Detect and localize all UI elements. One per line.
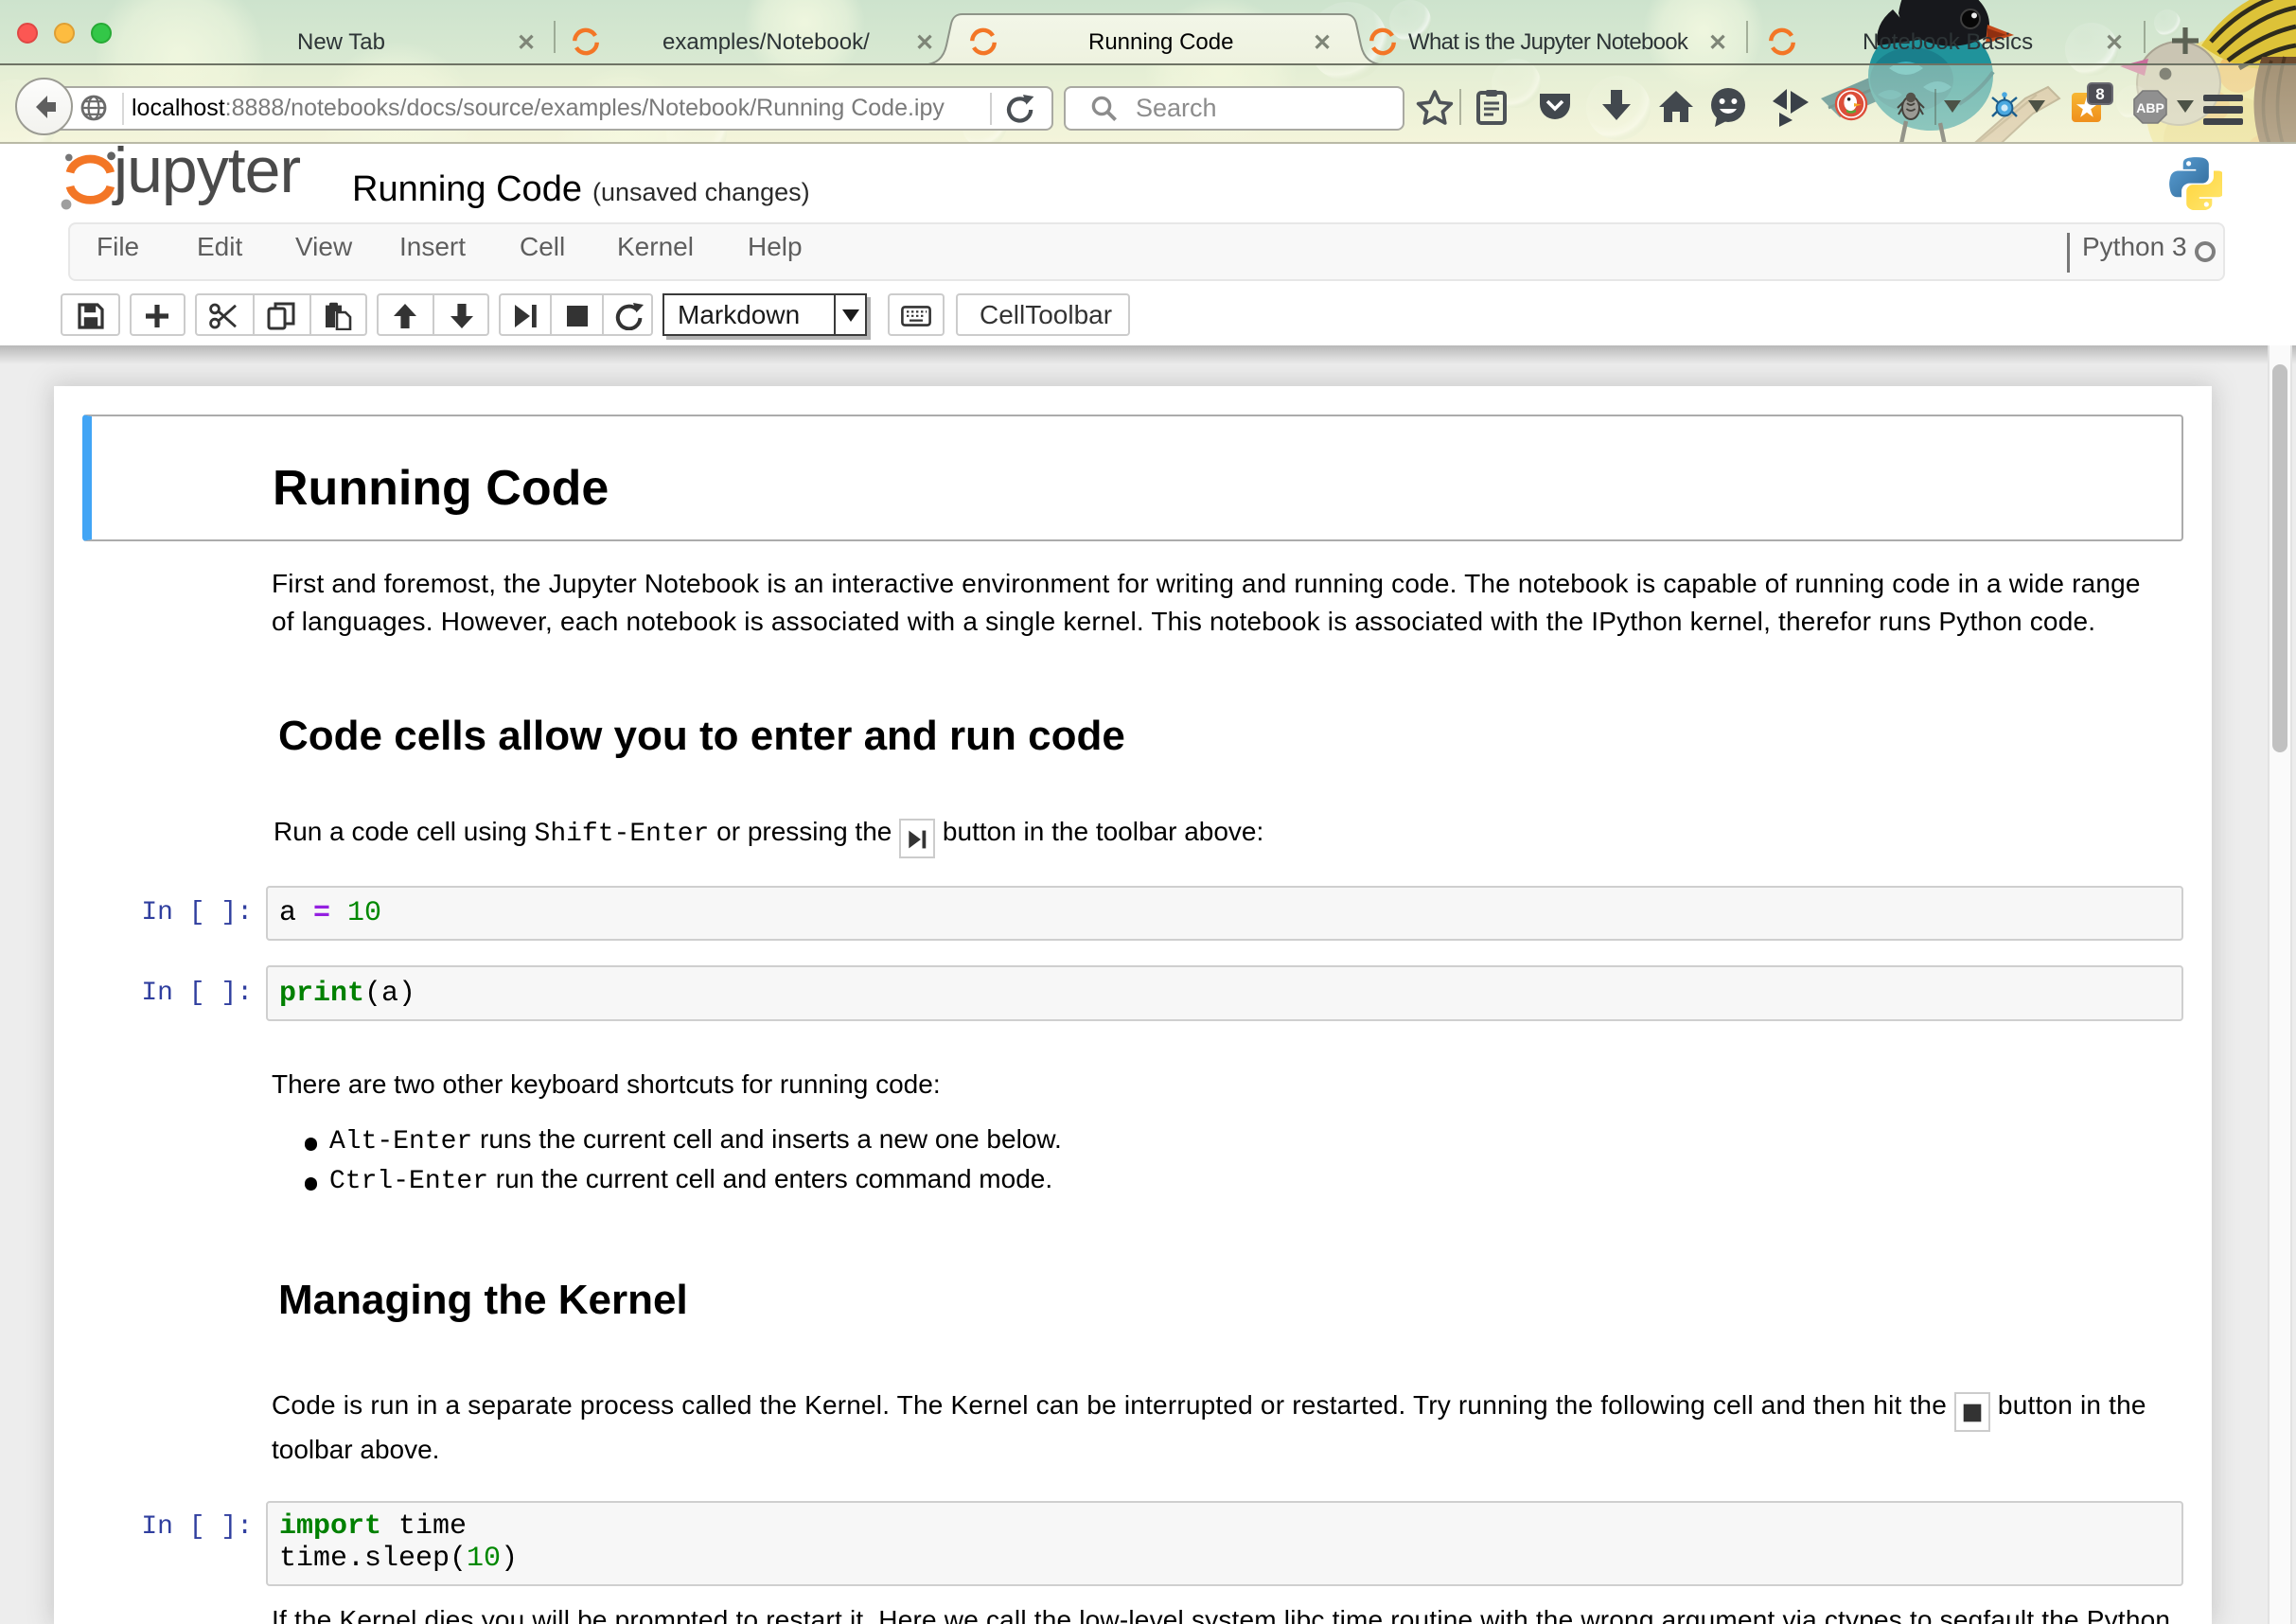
svg-text:ABP: ABP [2136, 100, 2164, 115]
